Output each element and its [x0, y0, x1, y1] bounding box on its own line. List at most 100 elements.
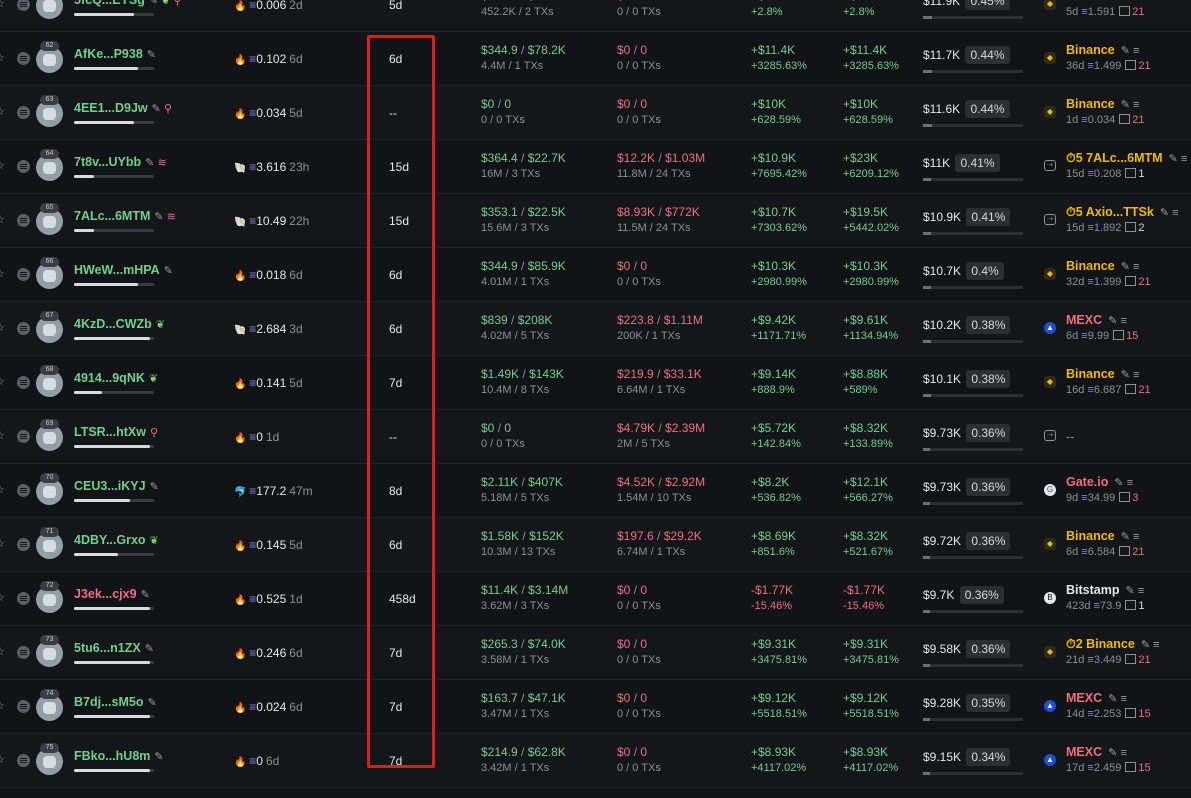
wallet-address[interactable]: J3ek...cjx9 ✎ — [74, 587, 150, 601]
funding-source[interactable]: Binance ✎ ≡ — [1066, 97, 1139, 111]
menu-icon[interactable] — [17, 322, 30, 335]
menu-icon[interactable] — [17, 754, 30, 767]
wallet-tag-icons[interactable]: ✎ — [141, 589, 150, 601]
edit-icon[interactable]: ✎ ≡ — [1122, 585, 1145, 597]
wallet-address-text[interactable]: 4EE1...D9Jw — [74, 101, 148, 115]
wallet-tag-icons[interactable]: ✎ — [164, 265, 173, 277]
wallet-tag-icons[interactable]: ⚲ — [150, 427, 158, 439]
edit-icon[interactable]: ✎ — [145, 643, 154, 655]
wallet-tag-icons[interactable]: ✎ ❦ ⚲ — [149, 0, 182, 7]
wallet-address[interactable]: 7t8v...UYbb ✎ ≋ — [74, 155, 167, 169]
edit-icon[interactable]: ✎ ≡ — [1105, 693, 1127, 705]
funding-source-name[interactable]: Binance — [1066, 367, 1115, 381]
menu-icon[interactable] — [17, 700, 30, 713]
funding-source-name[interactable]: MEXC — [1066, 313, 1102, 327]
edit-icon[interactable]: ✎ — [154, 211, 166, 223]
menu-icon[interactable] — [17, 160, 30, 173]
edit-icon[interactable]: ✎ — [141, 589, 150, 601]
funding-source-name[interactable]: Bitstamp — [1066, 583, 1119, 597]
edit-icon[interactable]: ✎ ≡ — [1118, 0, 1140, 3]
table-row[interactable]: ☆ 75 FBko...hU8m ✎ 🔥 ≡06d 7d $214.9 / $62.8K 3… — [0, 734, 1191, 788]
wallet-tag-icons[interactable]: ✎ ≋ — [154, 211, 176, 223]
menu-icon[interactable] — [17, 214, 30, 227]
star-icon[interactable]: ☆ — [0, 753, 7, 766]
edit-icon[interactable]: ✎ — [154, 751, 163, 763]
edit-icon[interactable]: ✎ ≡ — [1157, 207, 1179, 219]
wallet-address-text[interactable]: 4914...9qNK — [74, 371, 145, 385]
link-icon[interactable]: ⚲ — [173, 0, 181, 7]
edit-icon[interactable]: ✎ — [149, 0, 161, 7]
star-icon[interactable]: ☆ — [0, 537, 7, 550]
wallet-tag-icons[interactable]: ✎ — [145, 643, 154, 655]
funding-source-name[interactable]: ⏱5 7ALc...6MTM — [1066, 151, 1163, 165]
wallet-address-text[interactable]: J3ek...cjx9 — [74, 587, 137, 601]
star-icon[interactable]: ☆ — [0, 645, 7, 658]
link-icon[interactable]: ⚲ — [150, 427, 158, 439]
star-icon[interactable]: ☆ — [0, 159, 7, 172]
table-row[interactable]: ☆62AfKe...P938✎ 🔥 ≡0.1026d6d$344.9 / $78… — [0, 32, 1191, 86]
edit-icon[interactable]: ✎ ≡ — [1118, 99, 1140, 111]
edit-icon[interactable]: ✎ ≡ — [1105, 315, 1127, 327]
star-icon[interactable]: ☆ — [0, 591, 7, 604]
star-icon[interactable]: ☆ — [0, 0, 7, 10]
wallet-tag-icons[interactable]: ✎ ≋ — [145, 157, 167, 169]
funding-source[interactable]: MEXC ✎ ≡ — [1066, 313, 1127, 327]
star-icon[interactable]: ☆ — [0, 375, 7, 388]
wallet-tag-icons[interactable]: ❦ — [150, 535, 159, 547]
edit-icon[interactable]: ✎ ≡ — [1118, 261, 1140, 273]
wallet-tag-icons[interactable]: ✎ — [150, 481, 159, 493]
funding-source[interactable]: ⏱5 Axio...TTSk ✎ ≡ — [1066, 205, 1179, 220]
edit-icon[interactable]: ✎ ≡ — [1111, 477, 1133, 489]
funding-source[interactable]: -- — [1066, 430, 1074, 444]
wallet-address[interactable]: 5tu6...n1ZX ✎ — [74, 641, 154, 655]
funding-source-name[interactable]: MEXC — [1066, 691, 1102, 705]
wallet-address[interactable]: 4914...9qNK ❦ — [74, 371, 158, 385]
wallet-address[interactable]: FBko...hU8m ✎ — [74, 749, 164, 763]
funding-source[interactable]: Binance ✎ ≡ — [1066, 43, 1139, 57]
edit-icon[interactable]: ✎ ≡ — [1118, 531, 1140, 543]
table-row[interactable]: ☆ 70 CEU3...iKYJ ✎ 🐬 ≡177.247m 8d $2.11K / $4… — [0, 464, 1191, 518]
table-row[interactable]: ☆ 72 J3ek...cjx9 ✎ 🔥 ≡0.5251d 458d $11.4K / $… — [0, 572, 1191, 626]
star-icon[interactable]: ☆ — [0, 51, 7, 64]
edit-icon[interactable]: ✎ ≡ — [1105, 747, 1127, 759]
funding-source-name[interactable]: MEXC — [1066, 745, 1102, 759]
wallet-address[interactable]: 4EE1...D9Jw ✎ ⚲ — [74, 101, 172, 115]
wallet-address-text[interactable]: 4DBY...Grxo — [74, 533, 146, 547]
wallet-address[interactable]: 4KzD...CWZb ❦ — [74, 317, 165, 331]
menu-icon[interactable] — [17, 430, 30, 443]
funding-source[interactable]: Gate.io ✎ ≡ — [1066, 475, 1133, 489]
edit-icon[interactable]: ✎ — [150, 481, 159, 493]
wallet-address[interactable]: AfKe...P938 ✎ — [74, 47, 156, 61]
leaf-icon[interactable]: ❦ — [150, 535, 159, 547]
star-icon[interactable]: ☆ — [0, 105, 7, 118]
funding-source[interactable]: MEXC ✎ ≡ — [1066, 745, 1127, 759]
wallet-address-text[interactable]: 5tu6...n1ZX — [74, 641, 141, 655]
table-row[interactable]: ☆66HWeW...mHPA✎ 🔥 ≡0.0186d6d$344.9 / $85… — [0, 248, 1191, 302]
funding-source-name[interactable]: Binance — [1066, 259, 1115, 273]
link-icon[interactable]: ⚲ — [164, 103, 172, 115]
menu-icon[interactable] — [17, 538, 30, 551]
star-icon[interactable]: ☆ — [0, 213, 7, 226]
menu-icon[interactable] — [17, 484, 30, 497]
edit-icon[interactable]: ✎ — [147, 697, 156, 709]
funding-source[interactable]: ⏱5 7ALc...6MTM ✎ ≡ — [1066, 151, 1187, 166]
wallet-tag-icons[interactable]: ❦ — [149, 373, 158, 385]
menu-icon[interactable] — [17, 376, 30, 389]
wallet-address[interactable]: HWeW...mHPA ✎ — [74, 263, 173, 277]
wallet-tag-icons[interactable]: ✎ — [154, 751, 163, 763]
table-row[interactable]: ☆69LTSR...htXw⚲ 🔥 ≡01d--$0 / 00 / 0 TXs$… — [0, 410, 1191, 464]
star-icon[interactable]: ☆ — [0, 483, 7, 496]
wallet-address[interactable]: 4DBY...Grxo ❦ — [74, 533, 159, 547]
funding-source-name[interactable]: Gate.io — [1066, 475, 1108, 489]
wallet-address-text[interactable]: 5fcQ...EYSg — [74, 0, 145, 7]
funding-source[interactable]: ⏱2 Binance ✎ ≡ — [1066, 637, 1160, 652]
table-row[interactable]: ☆ 64 7t8v...UYbb ✎ ≋ 🐚 ≡3.61623h 15d $364.4 /… — [0, 140, 1191, 194]
star-icon[interactable]: ☆ — [0, 267, 7, 280]
table-row[interactable]: ☆615fcQ...EYSg✎ ❦ ⚲ 🔥 ≡0.0062d5d$133.7 /… — [0, 0, 1191, 32]
wallet-address-text[interactable]: 4KzD...CWZb — [74, 317, 152, 331]
wallet-address-text[interactable]: CEU3...iKYJ — [74, 479, 146, 493]
menu-icon[interactable] — [17, 52, 30, 65]
menu-icon[interactable] — [17, 646, 30, 659]
edit-icon[interactable]: ✎ ≡ — [1166, 153, 1188, 165]
menu-icon[interactable] — [17, 0, 30, 11]
